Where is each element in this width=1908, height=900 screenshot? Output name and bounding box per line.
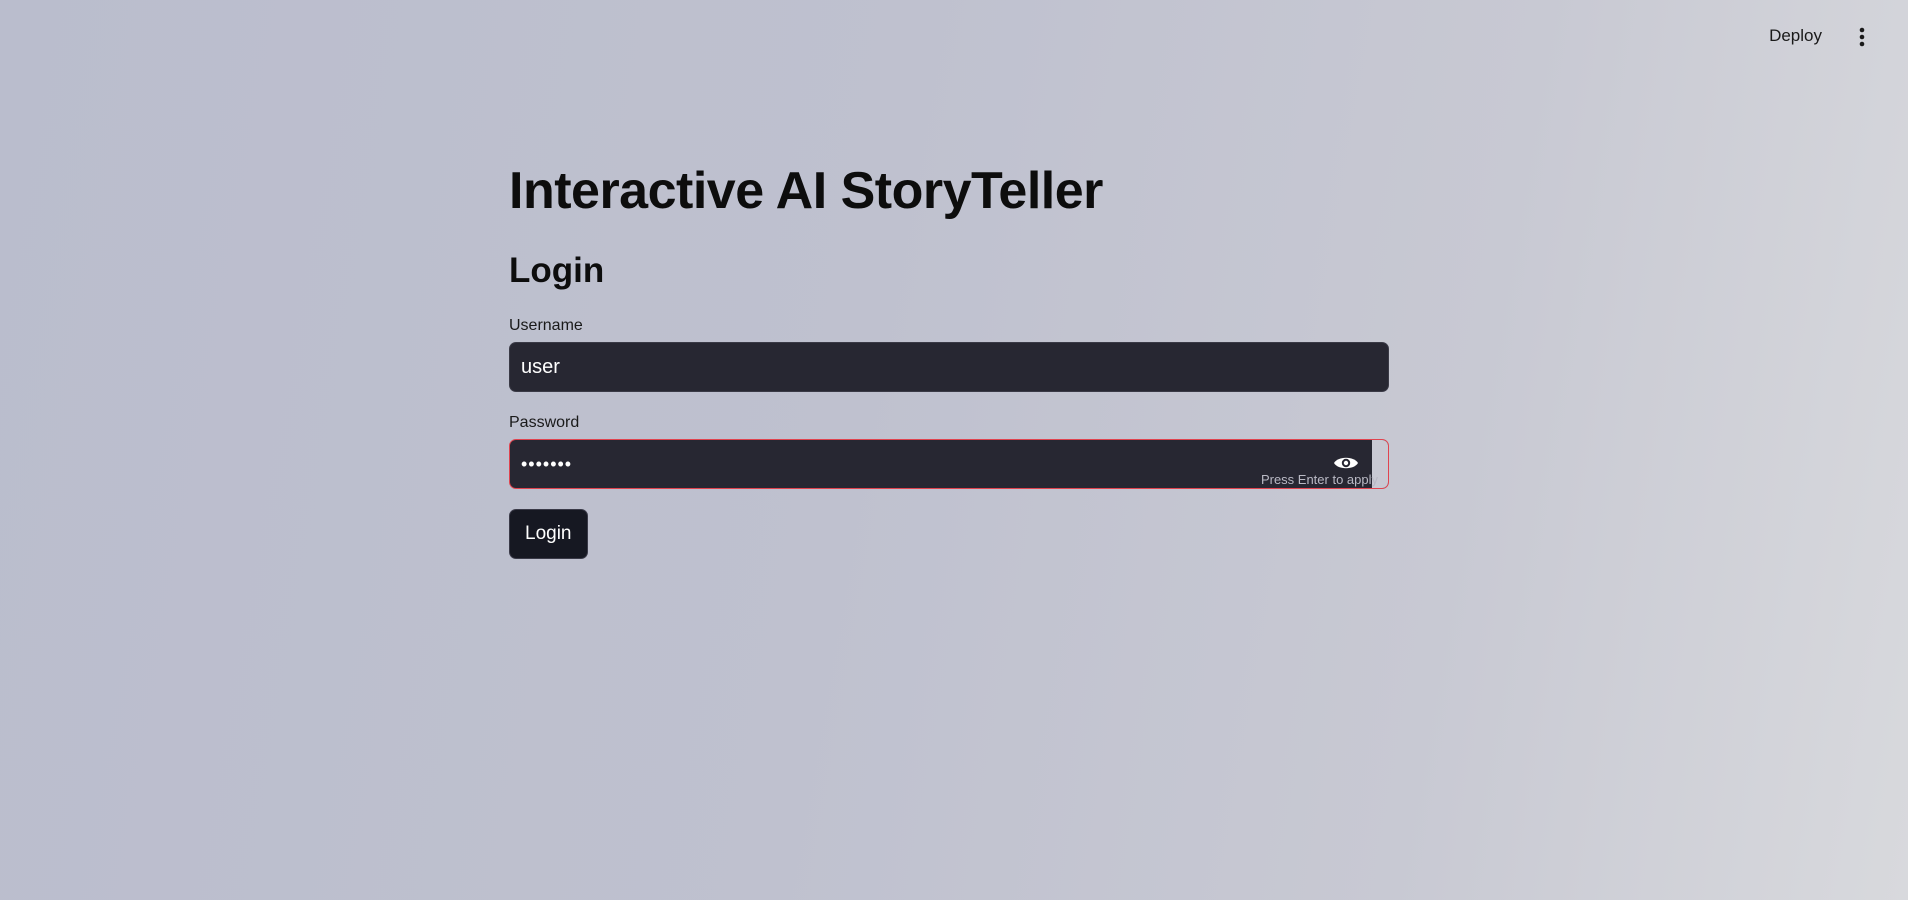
login-form: Interactive AI StoryTeller Login Usernam… bbox=[509, 155, 1389, 559]
username-label: Username bbox=[509, 317, 583, 334]
main-menu-button[interactable] bbox=[1852, 24, 1872, 50]
app-title: Interactive AI StoryTeller bbox=[509, 162, 1103, 220]
more-vertical-icon bbox=[1859, 27, 1865, 47]
press-enter-hint: Press Enter to apply bbox=[1260, 472, 1378, 487]
eye-icon bbox=[1334, 457, 1358, 469]
password-label: Password bbox=[509, 414, 580, 431]
show-password-button[interactable] bbox=[1332, 454, 1360, 474]
username-input[interactable] bbox=[510, 343, 1388, 391]
deploy-button[interactable]: Deploy bbox=[1763, 22, 1828, 50]
password-input[interactable] bbox=[510, 440, 1388, 488]
password-field-container: Press Enter to apply bbox=[509, 439, 1389, 489]
username-field-container bbox=[509, 342, 1389, 392]
login-heading: Login bbox=[509, 251, 605, 290]
login-button[interactable]: Login bbox=[509, 509, 588, 559]
header-toolbar: Deploy bbox=[0, 0, 1908, 72]
